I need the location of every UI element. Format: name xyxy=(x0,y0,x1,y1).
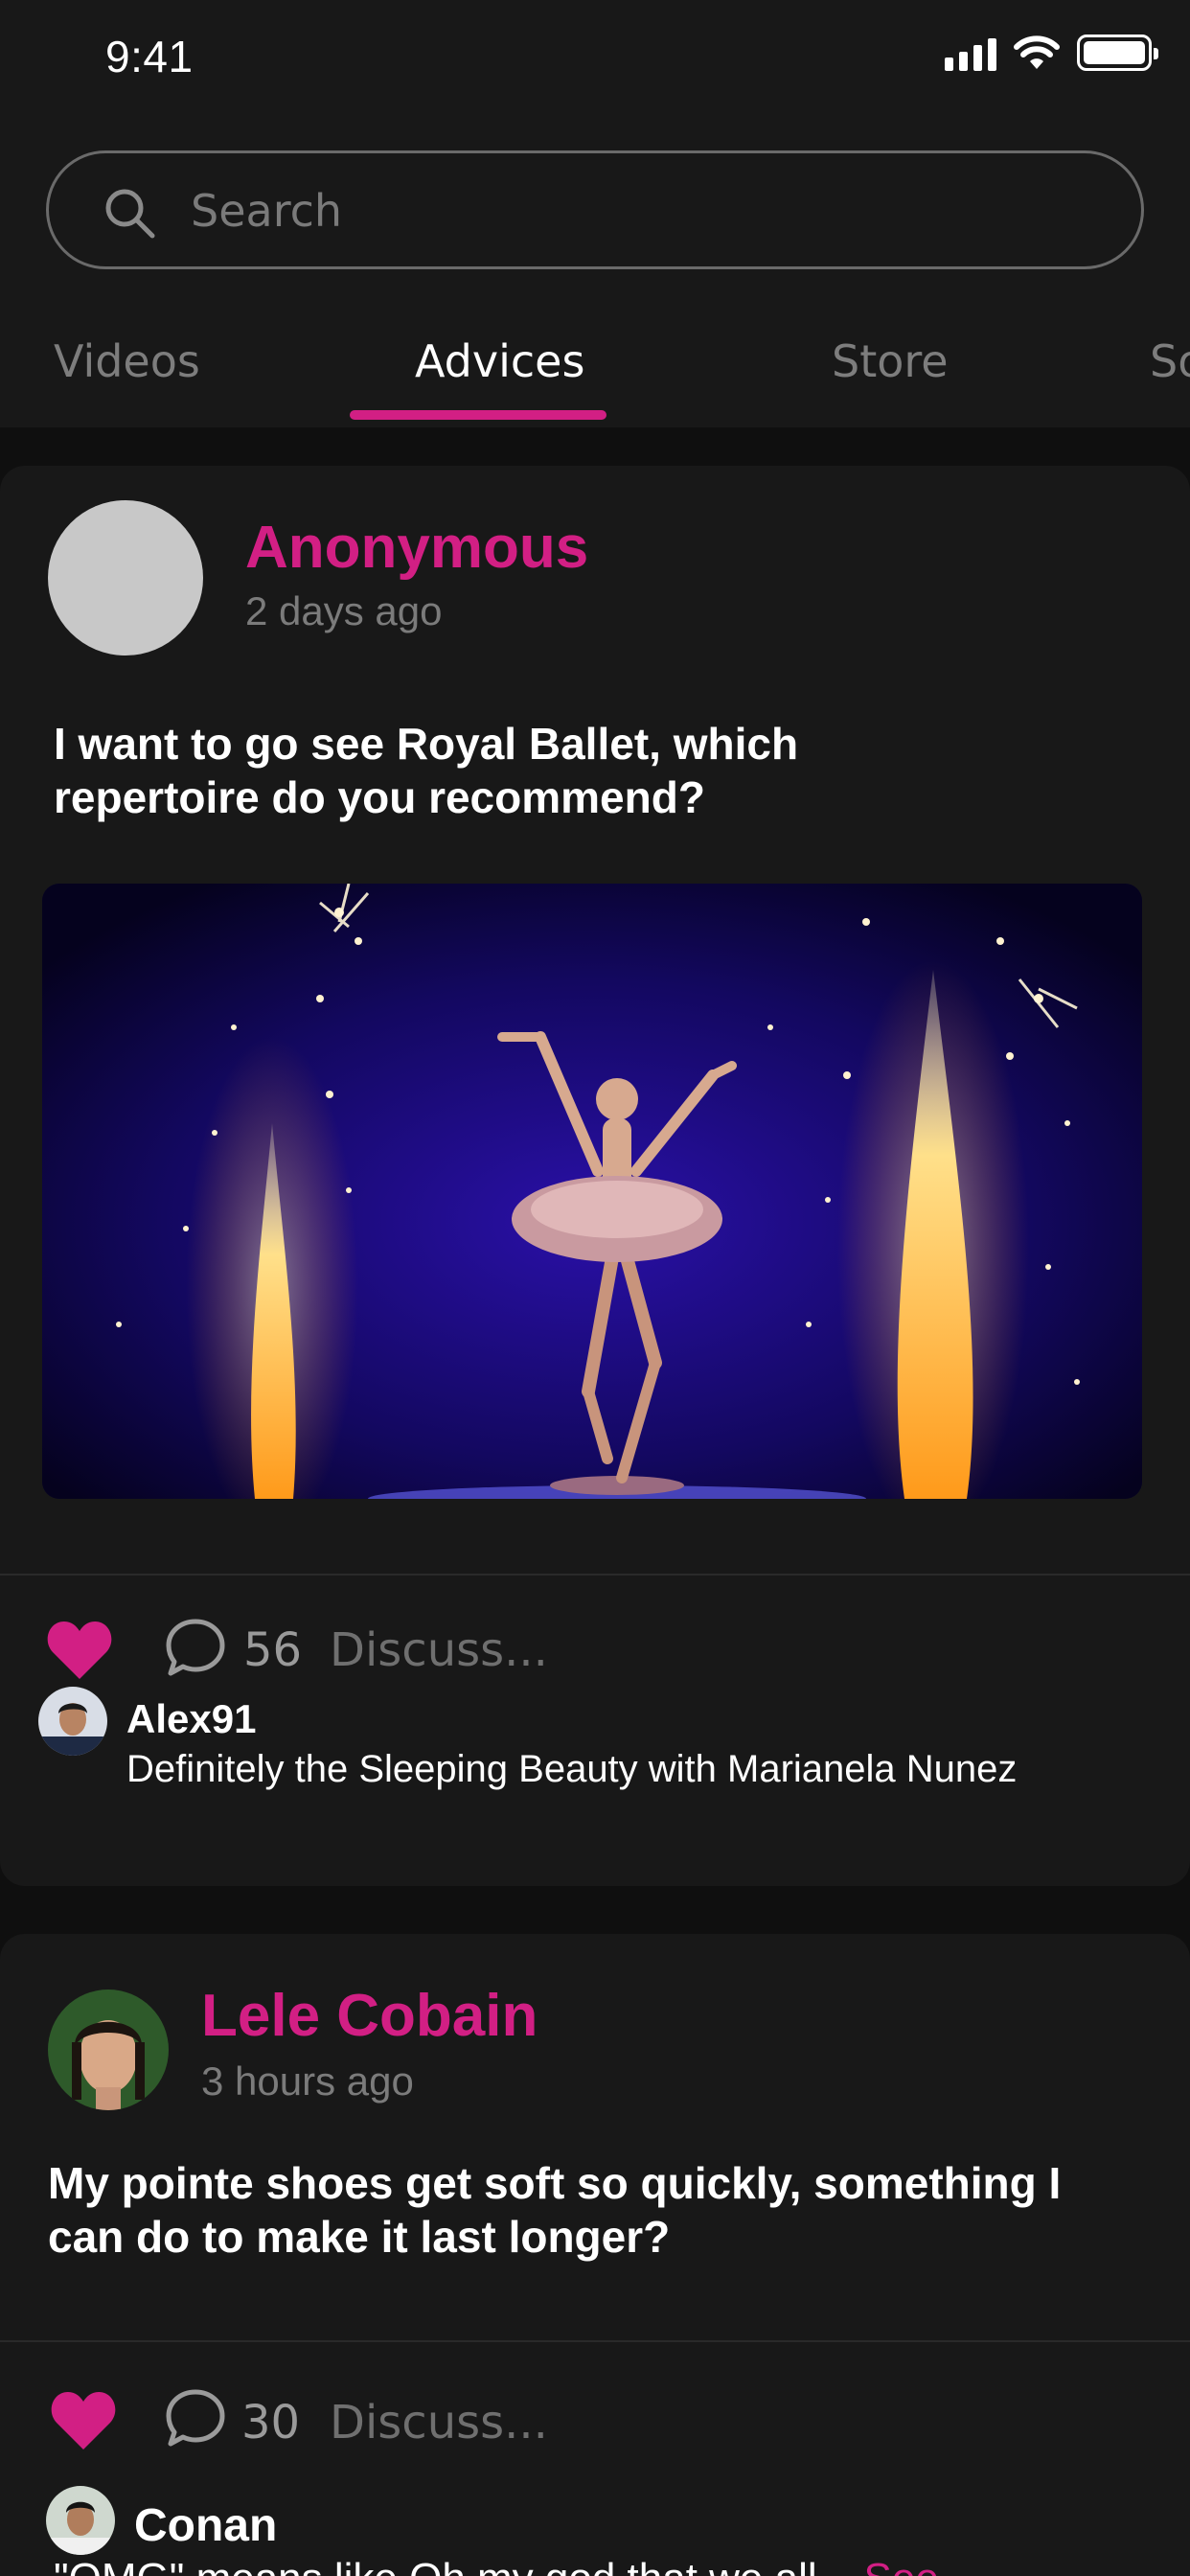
avatar[interactable] xyxy=(48,500,203,656)
wifi-icon xyxy=(1014,35,1060,69)
see-more-link[interactable]: See xyxy=(864,2555,939,2576)
search-icon xyxy=(105,189,155,239)
tab-store[interactable]: Store xyxy=(832,335,949,387)
header: 9:41 Videos Advices Store So xyxy=(0,0,1190,427)
commenter-name[interactable]: Alex91 xyxy=(126,1696,256,1742)
status-icons xyxy=(945,34,1158,71)
post-card[interactable]: Anonymous 2 days ago I want to go see Ro… xyxy=(0,466,1190,1886)
divider xyxy=(0,1574,1190,1576)
post-actions: 30 Discuss... xyxy=(0,2384,1190,2461)
search-bar[interactable] xyxy=(46,150,1144,269)
tab-videos[interactable]: Videos xyxy=(54,335,200,387)
tab-so[interactable]: So xyxy=(1150,335,1190,387)
battery-icon xyxy=(1077,34,1158,71)
heart-icon[interactable] xyxy=(50,2390,117,2451)
comment-text: Definitely the Sleeping Beauty with Mari… xyxy=(126,1748,1018,1790)
tab-active-indicator xyxy=(350,410,606,420)
post-card[interactable]: Lele Cobain 3 hours ago My pointe shoes … xyxy=(0,1934,1190,2576)
search-input[interactable] xyxy=(191,172,1053,249)
post-time: 3 hours ago xyxy=(201,2058,414,2104)
ballet-image xyxy=(42,884,1142,1499)
status-time: 9:41 xyxy=(105,32,194,81)
post-time: 2 days ago xyxy=(245,588,443,633)
post-author[interactable]: Lele Cobain xyxy=(201,1982,538,2050)
comment-count: 30 xyxy=(241,2396,301,2450)
discuss-input[interactable]: Discuss... xyxy=(330,1623,548,1677)
post-question: I want to go see Royal Ballet, which rep… xyxy=(54,719,799,822)
commenter-name[interactable]: Conan xyxy=(134,2499,277,2552)
commenter-avatar[interactable] xyxy=(38,1687,107,1756)
divider xyxy=(0,2340,1190,2342)
comment-text: "OMG" means like Oh my god that we all..… xyxy=(54,2555,939,2576)
signal-icon xyxy=(945,34,996,71)
comment-icon[interactable] xyxy=(165,2388,226,2450)
post-image[interactable] xyxy=(42,884,1142,1499)
heart-icon[interactable] xyxy=(46,1620,113,1681)
post-question: My pointe shoes get soft so quickly, som… xyxy=(48,2158,1062,2262)
screen: 9:41 Videos Advices Store So xyxy=(0,0,1190,2576)
commenter-avatar[interactable] xyxy=(46,2486,115,2555)
tab-advices[interactable]: Advices xyxy=(415,335,584,387)
comment-icon[interactable] xyxy=(165,1618,226,1679)
comment-count: 56 xyxy=(243,1623,303,1677)
avatar[interactable] xyxy=(48,1990,169,2110)
post-author[interactable]: Anonymous xyxy=(245,514,588,582)
post-actions: 56 Discuss... xyxy=(0,1612,1190,1689)
tab-bar: Videos Advices Store So xyxy=(0,332,1190,427)
discuss-input[interactable]: Discuss... xyxy=(330,2396,548,2450)
